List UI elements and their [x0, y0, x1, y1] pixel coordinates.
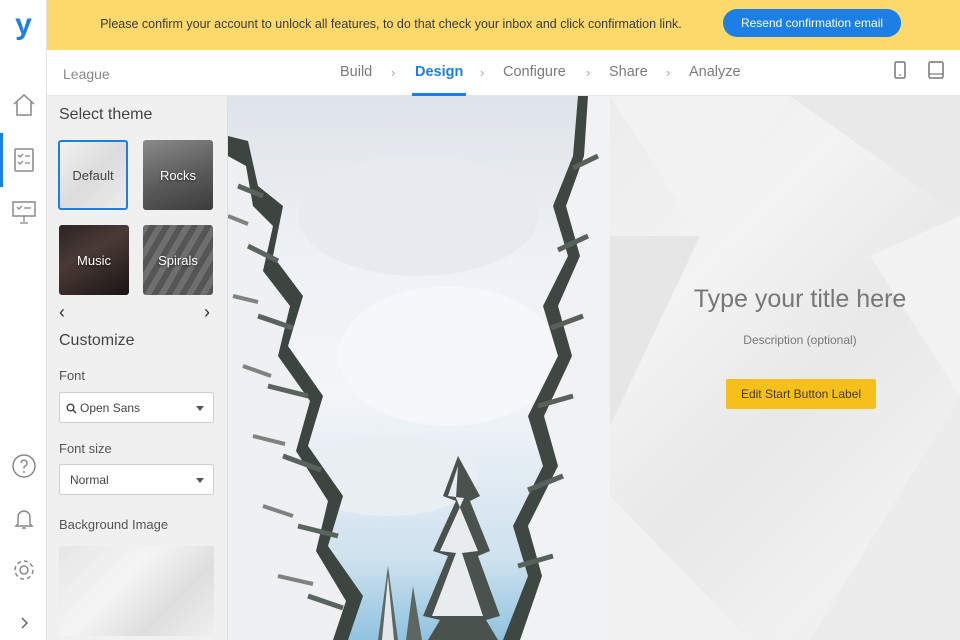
step-share[interactable]: Share	[609, 64, 648, 80]
design-settings-panel: Select theme Default Rocks Music Spirals…	[47, 96, 228, 640]
theme-default[interactable]: Default	[58, 140, 128, 210]
theme-label: Default	[72, 167, 114, 183]
theme-rocks[interactable]: Rocks	[143, 140, 213, 210]
quiz-preview: Type your title here Description (option…	[610, 96, 960, 640]
theme-label: Spirals	[158, 252, 198, 268]
customize-heading: Customize	[59, 332, 135, 349]
theme-label: Music	[77, 252, 111, 268]
font-value: Open Sans	[80, 401, 141, 415]
project-name[interactable]: League	[63, 66, 110, 82]
background-image-label: Background Image	[59, 517, 169, 532]
theme-label: Rocks	[159, 167, 197, 183]
presentation-icon[interactable]	[0, 192, 47, 232]
step-build[interactable]: Build	[340, 64, 372, 80]
mobile-icon[interactable]	[889, 59, 911, 81]
themes-next-arrow[interactable]: ›	[204, 302, 210, 323]
step-separator: ›	[586, 65, 591, 80]
settings-icon[interactable]	[0, 550, 47, 590]
step-separator: ›	[391, 65, 396, 80]
step-design[interactable]: Design	[415, 64, 463, 80]
left-rail: y	[0, 0, 47, 640]
help-icon[interactable]	[0, 446, 47, 486]
theme-spirals[interactable]: Spirals	[143, 225, 213, 295]
snowy-trees-image	[228, 96, 610, 640]
background-image-preview	[228, 96, 610, 640]
chevron-down-icon	[196, 406, 204, 411]
font-size-value: Normal	[70, 473, 109, 487]
preview-background-pattern	[610, 96, 960, 640]
themes-prev-arrow[interactable]: ‹	[59, 302, 65, 323]
font-label: Font	[59, 368, 86, 383]
expand-icon[interactable]	[0, 603, 47, 640]
step-configure[interactable]: Configure	[503, 64, 566, 80]
step-separator: ›	[480, 65, 485, 80]
home-icon[interactable]	[0, 85, 47, 125]
top-header: League Build › Design › Configure › Shar…	[47, 50, 960, 96]
step-analyze[interactable]: Analyze	[689, 64, 741, 80]
chevron-down-icon	[196, 478, 204, 483]
start-button[interactable]: Edit Start Button Label	[726, 379, 876, 409]
form-list-icon[interactable]	[0, 140, 47, 180]
font-size-label: Font size	[59, 441, 112, 456]
font-select[interactable]: Open Sans	[59, 392, 214, 423]
tablet-icon[interactable]	[925, 59, 947, 81]
bell-icon[interactable]	[0, 498, 47, 538]
search-icon	[66, 403, 77, 414]
banner-message: Please confirm your account to unlock al…	[100, 17, 682, 31]
confirmation-banner: Please confirm your account to unlock al…	[47, 0, 960, 50]
select-theme-heading: Select theme	[59, 106, 153, 123]
preview-title[interactable]: Type your title here	[610, 285, 960, 314]
theme-music[interactable]: Music	[59, 225, 129, 295]
app-logo[interactable]: y	[0, 0, 47, 50]
background-image-thumbnail[interactable]	[59, 546, 214, 636]
font-size-select[interactable]: Normal	[59, 464, 214, 495]
resend-confirmation-button[interactable]: Resend confirmation email	[723, 9, 901, 37]
preview-description[interactable]: Description (optional)	[610, 333, 960, 347]
step-separator: ›	[666, 65, 671, 80]
